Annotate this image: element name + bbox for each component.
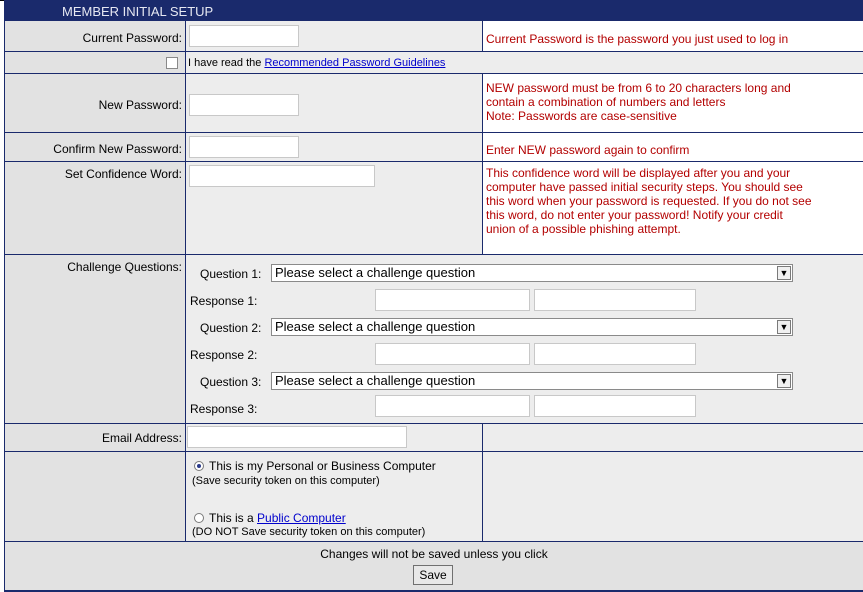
current-password-cell [186,21,482,51]
response-3-confirm-input[interactable] [534,395,696,417]
response-3-input[interactable] [375,395,530,417]
response-3-label: Response 3: [190,402,258,416]
dropdown-arrow-icon: ▼ [777,374,791,388]
question-2-select[interactable]: Please select a challenge question ▼ [271,318,793,336]
response-1-label: Response 1: [190,294,258,308]
confirm-password-note: Enter NEW password again to confirm [483,133,863,161]
question-1-label: Question 1: [200,267,262,281]
confirm-password-cell [186,133,482,161]
public-computer-sub: (DO NOT Save security token on this comp… [192,526,426,538]
save-warning: Changes will not be saved unless you cli… [320,547,548,561]
response-2-input[interactable] [375,343,530,365]
computer-type-cell: This is my Personal or Business Computer… [186,452,482,541]
email-address-label: Email Address: [5,424,185,451]
current-password-input[interactable] [189,25,299,47]
question-3-selected: Please select a challenge question [275,373,476,388]
public-computer-link[interactable]: Public Computer [257,511,346,525]
confidence-note-line-5: union of a possible phishing attempt. [486,222,681,236]
new-password-cell [186,74,482,132]
personal-computer-label: This is my Personal or Business Computer [209,459,436,473]
question-3-label: Question 3: [200,375,262,389]
new-password-note-line-1: NEW password must be from 6 to 20 charac… [486,81,791,95]
personal-computer-sub: (Save security token on this computer) [192,475,380,487]
challenge-questions-label: Challenge Questions: [5,255,185,423]
question-2-label: Question 2: [200,321,262,335]
guidelines-row: I have read the Recommended Password Gui… [186,52,863,73]
dropdown-arrow-icon: ▼ [777,266,791,280]
new-password-note: NEW password must be from 6 to 20 charac… [483,74,863,132]
confidence-note-line-3: this word when your password is requeste… [486,194,812,208]
confidence-word-cell [186,162,482,254]
confidence-note-line-2: computer have passed initial security st… [486,180,803,194]
challenge-questions-cell: Question 1: Please select a challenge qu… [186,255,863,423]
public-computer-prefix: This is a [209,511,258,525]
new-password-note-line-2: contain a combination of numbers and let… [486,95,726,109]
question-1-select[interactable]: Please select a challenge question ▼ [271,264,793,282]
response-2-label: Response 2: [190,348,258,362]
response-2-confirm-input[interactable] [534,343,696,365]
public-computer-radio[interactable] [194,513,204,523]
footer-bar: Changes will not be saved unless you cli… [5,542,863,590]
computer-type-spacer [483,452,863,541]
confidence-word-label: Set Confidence Word: [5,162,185,254]
dropdown-arrow-icon: ▼ [777,320,791,334]
email-address-cell [186,424,482,451]
form-title-bar: MEMBER INITIAL SETUP [4,4,863,19]
new-password-note-line-3: Note: Passwords are case-sensitive [486,109,677,123]
guidelines-checkbox[interactable] [166,57,178,69]
computer-type-label-cell [5,452,185,541]
confidence-note-line-1: This confidence word will be displayed a… [486,166,791,180]
password-guidelines-link[interactable]: Recommended Password Guidelines [264,57,445,69]
email-address-input[interactable] [187,426,407,448]
current-password-note: Current Password is the password you jus… [483,21,863,51]
guidelines-prefix: I have read the [188,57,265,69]
current-password-label: Current Password: [5,21,185,51]
confidence-word-note: This confidence word will be displayed a… [483,162,863,254]
form-title: MEMBER INITIAL SETUP [62,4,214,19]
response-1-confirm-input[interactable] [534,289,696,311]
save-button[interactable]: Save [413,565,453,585]
question-2-selected: Please select a challenge question [275,319,476,334]
question-3-select[interactable]: Please select a challenge question ▼ [271,372,793,390]
confidence-word-input[interactable] [189,165,375,187]
confirm-password-input[interactable] [189,136,299,158]
new-password-input[interactable] [189,94,299,116]
confidence-note-line-4: this word, do not enter your password! N… [486,208,783,222]
public-computer-label: This is a Public Computer [209,511,346,525]
guidelines-checkbox-cell [5,52,185,73]
new-password-label: New Password: [5,74,185,132]
confirm-password-label: Confirm New Password: [5,133,185,161]
email-address-spacer [483,424,863,451]
question-1-selected: Please select a challenge question [275,265,476,280]
personal-computer-radio[interactable] [194,461,204,471]
response-1-input[interactable] [375,289,530,311]
